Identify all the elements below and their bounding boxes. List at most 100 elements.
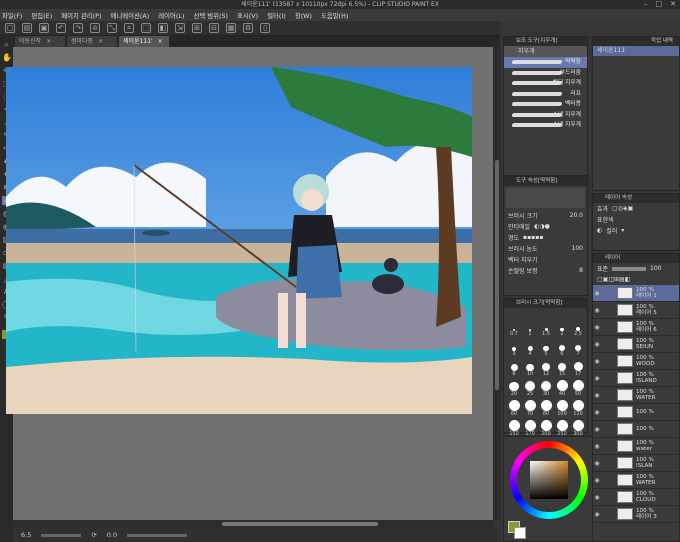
opacity-value[interactable]: 100	[650, 265, 661, 272]
brush-size-option[interactable]: 30	[538, 378, 554, 397]
brush-size-option[interactable]: 1	[522, 318, 538, 337]
brush-size-option[interactable]: 25	[522, 378, 538, 397]
brush-size-option[interactable]: 2	[554, 318, 570, 337]
brush-size-value[interactable]: 20.0	[570, 212, 587, 219]
snap-icon[interactable]: ⊟	[209, 23, 219, 33]
rotate-icon[interactable]: ⟳	[91, 531, 96, 539]
brush-size-row[interactable]: 브러시 크기 20.0	[504, 210, 587, 221]
layer-row[interactable]: ◉ 100 % CLOUD	[593, 489, 679, 506]
layer-row[interactable]: ◉ 100 % SEIUN	[593, 336, 679, 353]
brush-size-option[interactable]: 70	[522, 398, 538, 417]
brush-size-option[interactable]: 3	[506, 338, 522, 357]
layer-tool-icons[interactable]: ▢▣◫⊞▤◧	[597, 276, 630, 283]
sub-color-chip[interactable]	[514, 527, 526, 539]
brush-size-option[interactable]: 250	[554, 418, 570, 437]
brush-item-snap-1[interactable]: 스냅 지우개	[504, 110, 587, 121]
menu-animation[interactable]: 애니메이션(A)	[111, 11, 150, 20]
brush-size-option[interactable]: 15	[554, 358, 570, 377]
grid-icon[interactable]: ▦	[226, 23, 236, 33]
brush-size-option[interactable]: 40	[554, 378, 570, 397]
brush-size-option[interactable]: 6	[554, 338, 570, 357]
menu-window[interactable]: 창(W)	[295, 11, 312, 20]
eye-icon[interactable]: ◉	[593, 375, 601, 382]
horizontal-scroll-thumb[interactable]	[222, 522, 378, 526]
layer-row[interactable]: ◉ 100 % ISLAND	[593, 370, 679, 387]
hand-tool-icon[interactable]: ✋	[2, 53, 12, 62]
saturation-square[interactable]	[530, 461, 568, 499]
hardness-options-icon[interactable]: ▪▪▪▪▪	[523, 234, 543, 241]
eye-icon[interactable]: ◉	[593, 324, 601, 331]
brush-size-option[interactable]: 0.7	[506, 318, 522, 337]
menu-select[interactable]: 선택 범위(S)	[193, 11, 228, 20]
eye-icon[interactable]: ◉	[593, 426, 601, 433]
layer-row[interactable]: ◉ 100 % 레이어 5	[593, 302, 679, 319]
phone-icon[interactable]: ▯	[260, 23, 270, 33]
layer-row[interactable]: ◉ 100 % 레이어 1	[593, 285, 679, 302]
angle-value[interactable]: 0.0	[107, 531, 117, 539]
layer-row[interactable]: ◉ 100 % WATER	[593, 472, 679, 489]
brush-size-option[interactable]: 150	[506, 418, 522, 437]
display-color-select[interactable]: ◐ 컬러 ▾	[593, 225, 679, 236]
brush-size-option[interactable]: 5	[538, 338, 554, 357]
eye-icon[interactable]: ◉	[593, 409, 601, 416]
density-row[interactable]: 브러시 농도 100	[504, 243, 587, 254]
brush-item-hard[interactable]: 딱딱함	[504, 57, 587, 68]
brush-size-option[interactable]: 200	[538, 418, 554, 437]
layer-row[interactable]: ◉ 100 %	[593, 404, 679, 421]
menu-view[interactable]: 표시(V)	[237, 11, 258, 20]
artwork-canvas[interactable]	[6, 67, 472, 414]
redo-icon[interactable]: ↷	[73, 23, 83, 33]
antialias-row[interactable]: 안티에일 ◐◑●	[504, 221, 587, 232]
tab-doc-3[interactable]: 세이윤111' ×	[119, 36, 169, 47]
close-button[interactable]: ✕	[670, 0, 676, 9]
layer-row[interactable]: ◉ 100 % ISLAN	[593, 455, 679, 472]
density-value[interactable]: 100	[572, 245, 587, 252]
eye-icon[interactable]: ◉	[593, 341, 601, 348]
effect-icons[interactable]: ▢◎◈▣	[612, 205, 633, 212]
layer-row[interactable]: ◉ 100 % water	[593, 438, 679, 455]
brush-item-rough[interactable]: 러프	[504, 89, 587, 100]
angle-slider[interactable]	[127, 533, 188, 537]
invert-icon[interactable]: ◧	[158, 23, 168, 33]
layer-row[interactable]: ◉ 100 % 레이어 3	[593, 506, 679, 523]
sub-tool-group[interactable]: 지우개	[504, 46, 587, 57]
minimize-button[interactable]: –	[644, 0, 648, 9]
menu-file[interactable]: 파일(F)	[2, 11, 22, 20]
blend-mode-select[interactable]: 표준	[597, 264, 608, 273]
eye-icon[interactable]: ◉	[593, 511, 601, 518]
crop-icon[interactable]: ⌗	[124, 23, 134, 33]
eye-icon[interactable]: ◉	[593, 477, 601, 484]
scale-icon[interactable]: ⇲	[175, 23, 185, 33]
brush-size-option[interactable]: 12	[538, 358, 554, 377]
eye-icon[interactable]: ◉	[593, 494, 601, 501]
brush-size-option[interactable]: 100	[554, 398, 570, 417]
close-icon[interactable]: ×	[98, 36, 103, 47]
brush-size-option[interactable]: 7	[570, 338, 586, 357]
layer-row[interactable]: ◉ 100 % 레이어 6	[593, 319, 679, 336]
blend-mode-row[interactable]: 표준 100	[593, 263, 679, 274]
brush-size-option[interactable]: 170	[522, 418, 538, 437]
brush-size-option[interactable]: 10	[522, 358, 538, 377]
brush-size-option[interactable]: 300	[570, 418, 586, 437]
brush-item-vector[interactable]: 벡터 지우개	[504, 78, 587, 89]
zoom-value[interactable]: 6.5	[21, 531, 31, 539]
close-icon[interactable]: ×	[46, 36, 51, 47]
hardness-row[interactable]: 경도 ▪▪▪▪▪	[504, 232, 587, 243]
vector-erase-row[interactable]: 벡터 지우기	[504, 254, 587, 265]
layer-row[interactable]: ◉ 100 %	[593, 421, 679, 438]
stabilizer-value[interactable]: 8	[579, 267, 587, 274]
menu-edit[interactable]: 편집(E)	[31, 11, 52, 20]
tab-doc-2[interactable]: 썸마다중 ×	[67, 36, 117, 47]
brush-size-option[interactable]: 17	[570, 358, 586, 377]
open-icon[interactable]: ▤	[22, 23, 32, 33]
stabilizer-row[interactable]: 손떨림 보정 8	[504, 265, 587, 276]
history-item[interactable]: 세이윤111'	[593, 46, 679, 56]
zoom-slider[interactable]	[41, 533, 82, 537]
brush-item-soft[interactable]: 부드러움	[504, 68, 587, 79]
undo-icon[interactable]: ↶	[56, 23, 66, 33]
brush-item-snap-2[interactable]: 스냅 지우개	[504, 120, 587, 131]
brush-size-option[interactable]: 50	[570, 378, 586, 397]
menu-help[interactable]: 도움말(H)	[321, 11, 348, 20]
eye-icon[interactable]: ◉	[593, 392, 601, 399]
maximize-button[interactable]: □	[656, 0, 663, 9]
